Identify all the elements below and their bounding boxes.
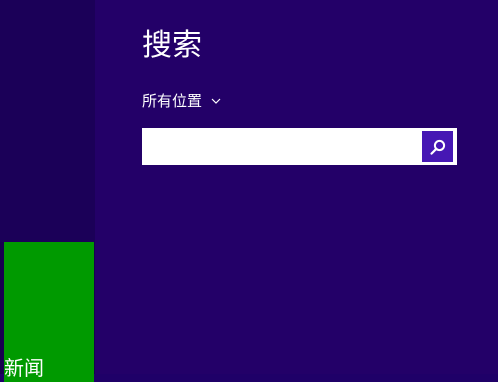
search-button[interactable] xyxy=(422,131,453,162)
search-input[interactable] xyxy=(142,128,420,165)
search-scope-label: 所有位置 xyxy=(142,92,203,110)
start-screen-shade xyxy=(0,0,95,242)
tile-news[interactable]: 新闻 xyxy=(4,242,94,382)
tile-news-label: 新闻 xyxy=(4,356,44,380)
search-icon xyxy=(429,139,445,155)
page-title: 搜索 xyxy=(142,28,202,63)
chevron-down-icon xyxy=(211,98,221,104)
search-scope-dropdown[interactable]: 所有位置 xyxy=(142,90,221,112)
search-pane: 搜索 所有位置 xyxy=(95,0,498,374)
search-box xyxy=(142,128,457,165)
